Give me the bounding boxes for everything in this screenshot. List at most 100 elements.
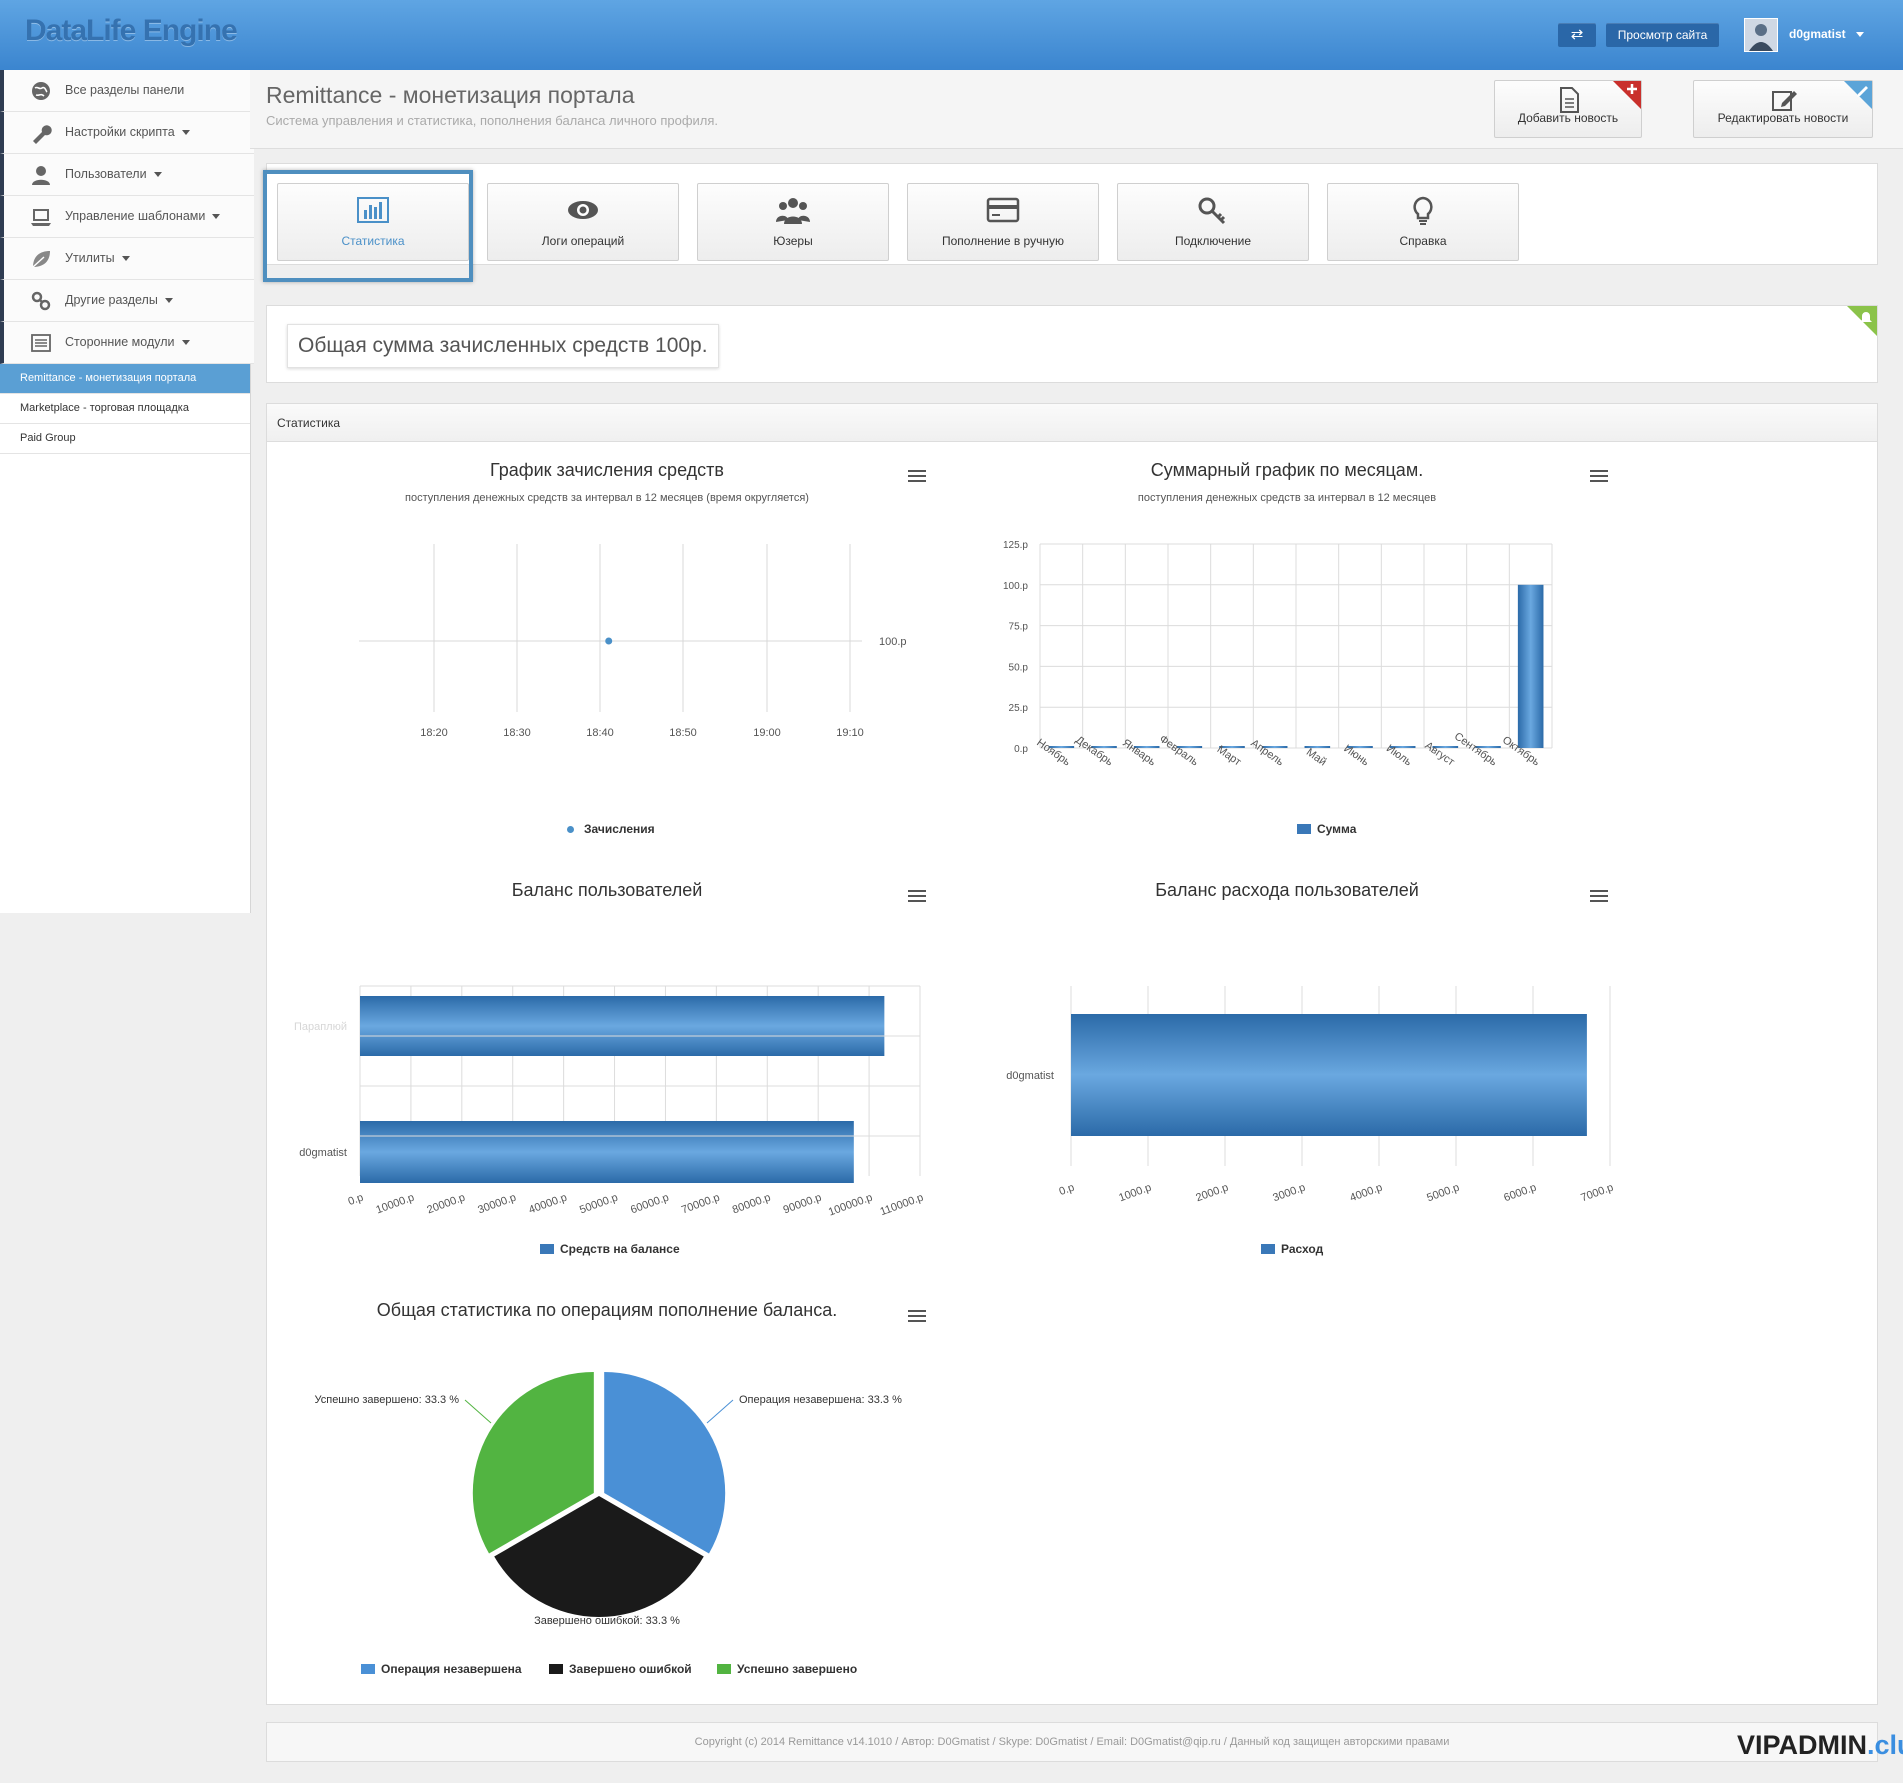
legend-swatch	[1261, 1244, 1275, 1254]
legend-swatch	[717, 1664, 731, 1674]
sidebar-item[interactable]: Пользователи	[0, 154, 254, 196]
sidebar-item[interactable]: Другие разделы	[0, 280, 254, 322]
chart-monthly-summary: Суммарный график по месяцам. поступления…	[947, 456, 1627, 856]
bar[interactable]	[360, 996, 885, 1056]
sidebar-subitem-label: Remittance - монетизация портала	[20, 372, 197, 384]
page-subtitle: Система управления и статистика, пополне…	[266, 113, 719, 128]
page-header: Remittance - монетизация портала Система…	[250, 70, 1903, 149]
x-tick-label: 70000.р	[680, 1192, 721, 1217]
legend-item[interactable]: Сумма	[1297, 822, 1356, 836]
legend-label: Средств на балансе	[560, 1242, 680, 1256]
tab-key[interactable]: Подключение	[1117, 183, 1309, 261]
view-site-button[interactable]: Просмотр сайта	[1606, 23, 1719, 47]
key-icon	[1196, 196, 1230, 229]
chevron-down-icon	[1856, 32, 1865, 38]
bar[interactable]	[360, 1121, 854, 1183]
x-tick-label: 100000.р	[827, 1192, 874, 1219]
legend-swatch	[549, 1664, 563, 1674]
y-tick-label: 125.р	[1003, 540, 1028, 551]
legend-label: Расход	[1281, 1242, 1324, 1256]
tab-label: Пополнение в ручную	[942, 234, 1064, 248]
y-tick-label: 25.р	[1009, 703, 1029, 714]
legend-item[interactable]: Завершено ошибкой	[549, 1662, 692, 1676]
sidebar-item[interactable]: Настройки скрипта	[0, 112, 254, 154]
sidebar-subitem[interactable]: Remittance - монетизация портала	[0, 364, 250, 394]
logo[interactable]: DataLife Engine	[25, 14, 238, 48]
wrench-icon	[30, 122, 52, 144]
switch-button[interactable]: ⇄	[1558, 23, 1596, 47]
tab-lightbulb[interactable]: Справка	[1327, 183, 1519, 261]
x-tick-label: 19:00	[753, 727, 781, 739]
legend-swatch	[1297, 824, 1311, 834]
sidebar-item[interactable]: Сторонние модули	[0, 322, 254, 364]
chart-plot-area: 0.р 1000.р 2000.р 3000.р 4000.р 5000.р 6000.р 7…	[1006, 986, 1615, 1205]
sidebar-item[interactable]: Управление шаблонами	[0, 196, 254, 238]
y-tick-label: Параплюй	[294, 1021, 347, 1033]
chevron-down-icon	[181, 340, 190, 346]
avatar[interactable]	[1744, 18, 1778, 52]
sidebar-item-label: Другие разделы	[65, 293, 173, 307]
bar[interactable]	[1071, 1014, 1587, 1136]
lightbulb-icon	[1406, 196, 1440, 229]
tab-eye[interactable]: Логи операций	[487, 183, 679, 261]
sidebar-item[interactable]: Все разделы панели	[0, 70, 254, 112]
x-tick-label: 1000.р	[1117, 1182, 1153, 1205]
document-icon	[1560, 87, 1579, 113]
legend-item[interactable]: Операция незавершена	[361, 1662, 522, 1676]
bar[interactable]	[1517, 584, 1544, 748]
sidebar-item[interactable]: Утилиты	[0, 238, 254, 280]
x-tick-label: 19:10	[836, 727, 864, 739]
x-tick-label: 40000.р	[527, 1192, 568, 1217]
eye-icon	[566, 196, 600, 229]
chart-plot-area: Операция незавершена: 33.3 % Завершено ош…	[314, 1372, 902, 1627]
x-tick-label: Январь	[1120, 737, 1158, 769]
sidebar-subitem[interactable]: Paid Group	[0, 424, 250, 454]
active-tab-highlight	[263, 170, 473, 282]
y-tick-label: 0.р	[1014, 744, 1028, 755]
x-tick-label: Ноябрь	[1034, 737, 1072, 769]
bar[interactable]	[1304, 746, 1331, 748]
chevron-down-icon	[121, 256, 130, 262]
x-tick-label: 6000.р	[1502, 1182, 1538, 1205]
list-icon	[30, 332, 52, 354]
statistics-panel: Статистика График зачисления средств пос…	[266, 403, 1878, 1705]
x-tick-label: Февраль	[1157, 733, 1201, 769]
x-tick-label: 18:30	[503, 727, 531, 739]
legend-label: Завершено ошибкой	[569, 1662, 692, 1676]
sidebar-subitem[interactable]: Marketplace - торговая площадка	[0, 394, 250, 424]
x-tick-label: 18:20	[420, 727, 448, 739]
sidebar-item-text: Пользователи	[65, 167, 147, 181]
x-tick-label: 5000.р	[1425, 1182, 1461, 1205]
connector-line	[464, 1399, 492, 1424]
add-news-button[interactable]: Добавить новость	[1494, 80, 1642, 138]
x-tick-label: 90000.р	[782, 1192, 823, 1217]
x-tick-label: 0.р	[1058, 1182, 1076, 1199]
data-label: Завершено ошибкой: 33.3 %	[534, 1615, 680, 1627]
legend-label: Зачисления	[584, 822, 655, 836]
data-point[interactable]	[605, 637, 613, 645]
user-menu[interactable]: d0gmatist	[1789, 27, 1865, 41]
y-tick-label: 50.р	[1009, 662, 1029, 673]
x-tick-label: 3000.р	[1271, 1182, 1307, 1205]
legend-label: Сумма	[1317, 822, 1357, 836]
legend-item[interactable]: Средств на балансе	[540, 1242, 680, 1256]
sidebar-item-text: Сторонние модули	[65, 335, 175, 349]
x-tick-label: 18:50	[669, 727, 697, 739]
legend-item[interactable]: Расход	[1261, 1242, 1323, 1256]
x-tick-label: 10000.р	[374, 1192, 415, 1217]
tab-credit-card[interactable]: Пополнение в ручную	[907, 183, 1099, 261]
chart-plot-area: 0.р 25.р 50.р 75.р 100.р 125.р Ноябрь Декабрь Ян…	[1003, 540, 1553, 769]
legend-swatch	[540, 1244, 554, 1254]
connector-line	[706, 1399, 734, 1424]
chevron-down-icon	[153, 172, 162, 178]
x-tick-label: 4000.р	[1348, 1182, 1384, 1205]
sidebar: Все разделы панели Настройки скрипта Польз…	[0, 70, 254, 913]
legend-label: Операция незавершена	[381, 1662, 522, 1676]
edit-news-button[interactable]: Редактировать новости	[1693, 80, 1873, 138]
credit-card-icon	[986, 196, 1020, 229]
tab-users[interactable]: Юзеры	[697, 183, 889, 261]
link-icon	[30, 290, 52, 312]
legend-item[interactable]: Успешно завершено	[717, 1662, 857, 1676]
legend-item[interactable]: Зачисления	[567, 822, 655, 836]
sidebar-subitem-label: Paid Group	[20, 432, 76, 444]
